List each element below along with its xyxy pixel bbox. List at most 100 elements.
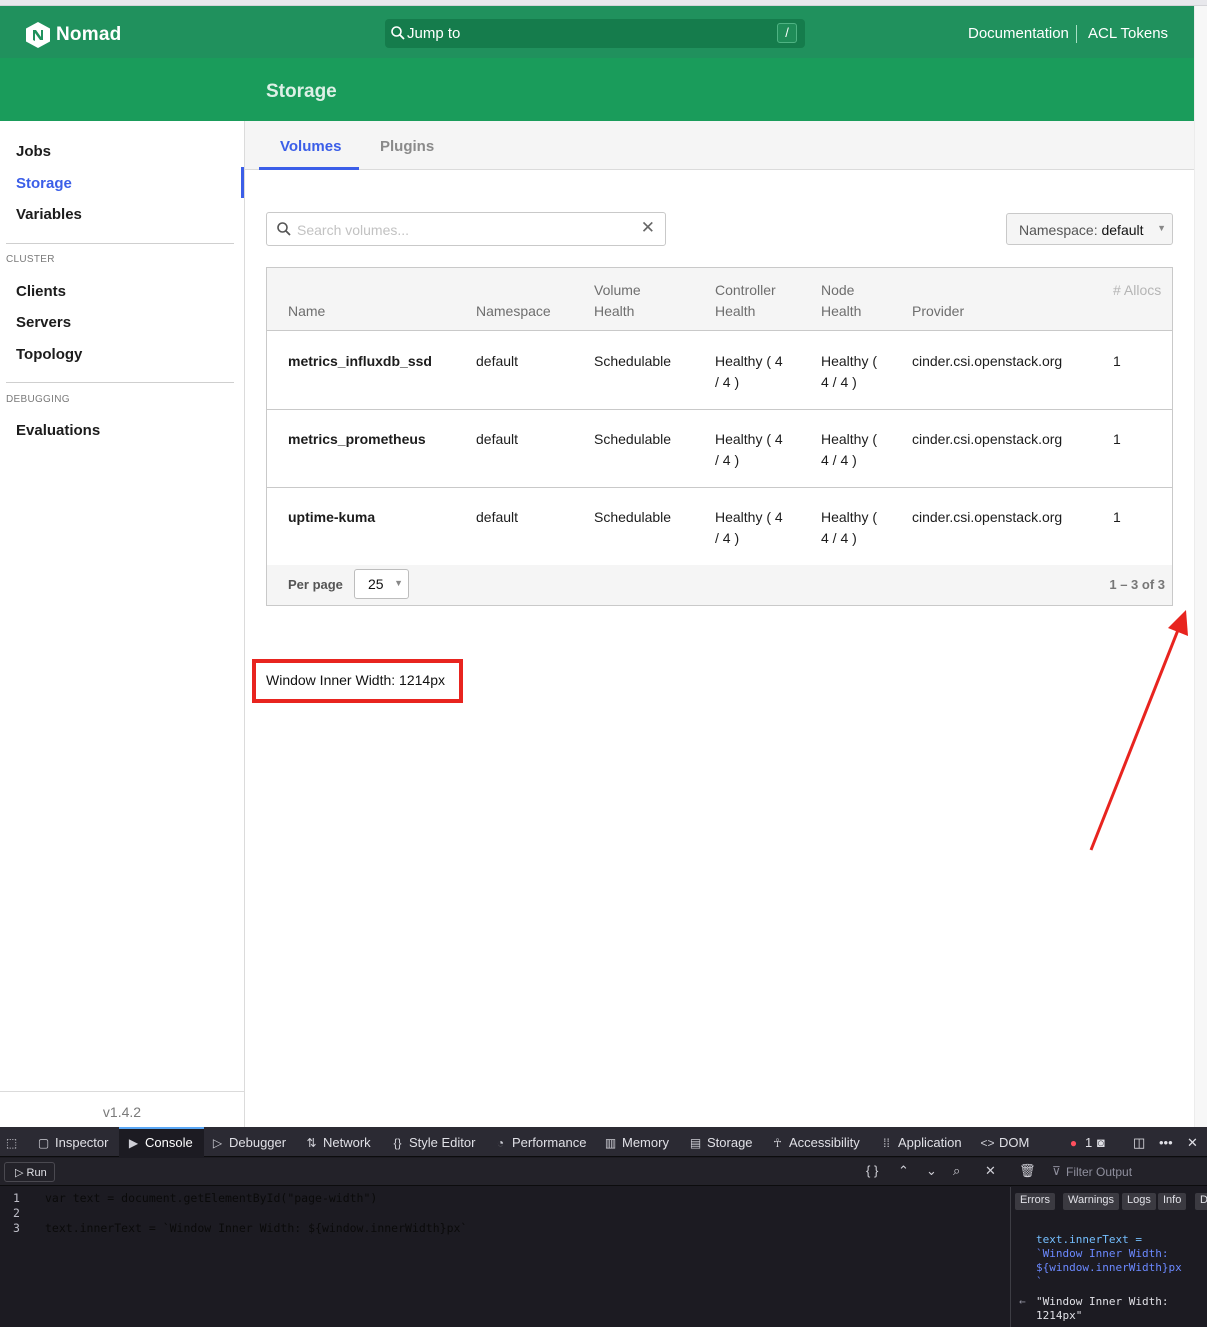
documentation-link[interactable]: Documentation <box>968 25 1069 42</box>
filter-logs-button[interactable]: Logs <box>1122 1193 1156 1210</box>
sidebar-section-cluster: CLUSTER <box>6 254 55 265</box>
column-header-name[interactable]: Name <box>288 301 325 322</box>
table-header: Name Namespace Volume Health Controller … <box>267 268 1172 331</box>
application-icon: ⁞⁞ <box>883 1136 890 1150</box>
pretty-print-icon[interactable]: { } <box>866 1163 878 1178</box>
namespace-value: default <box>1101 222 1144 238</box>
column-header-node-health[interactable]: Node Health <box>821 280 881 322</box>
tab-network[interactable]: ⇅ Network <box>304 1135 370 1150</box>
jump-to-search[interactable]: Jump to / <box>385 19 805 48</box>
sidebar-item-jobs[interactable]: Jobs <box>16 143 51 160</box>
search-shortcut-key: / <box>777 23 797 43</box>
namespace-label: Namespace: <box>1019 222 1098 238</box>
code-line-1: var text = document.getElementById("page… <box>45 1191 378 1205</box>
filter-debug-button[interactable]: D <box>1195 1193 1207 1210</box>
console-echo: text.innerText = `Window Inner Width: ${… <box>1036 1233 1182 1289</box>
console-output: Errors Warnings Logs Info D text.innerTe… <box>1010 1187 1207 1327</box>
error-count-badge[interactable]: ● 1 <box>1066 1135 1092 1150</box>
tab-dom[interactable]: <> DOM <box>980 1135 1029 1150</box>
clear-search-icon[interactable]: ✕ <box>641 218 655 238</box>
performance-icon: ◔ <box>496 1136 505 1150</box>
tab-inspector[interactable]: ▢ Inspector <box>36 1135 109 1150</box>
echo-line: ` <box>1036 1275 1043 1288</box>
volume-namespace: default <box>476 431 519 447</box>
element-picker-icon[interactable]: ⬚ <box>4 1135 23 1150</box>
tab-accessibility[interactable]: ☥ Accessibility <box>770 1135 860 1150</box>
volume-name[interactable]: metrics_influxdb_ssd <box>288 351 432 372</box>
volume-name[interactable]: metrics_prometheus <box>288 429 426 450</box>
tab-style-editor[interactable]: {} Style Editor <box>390 1135 475 1150</box>
acl-tokens-link[interactable]: ACL Tokens <box>1088 25 1168 42</box>
tab-performance[interactable]: ◔ Performance <box>493 1135 587 1150</box>
window-width-readout: Window Inner Width: 1214px <box>252 659 463 703</box>
chevron-down-icon[interactable]: ⌄ <box>926 1163 937 1179</box>
volume-health: Schedulable <box>594 431 672 447</box>
page-header <box>0 58 1194 121</box>
column-header-controller-health[interactable]: Controller Health <box>715 280 795 322</box>
storage-tabs: Volumes Plugins <box>245 121 1194 170</box>
filter-info-button[interactable]: Info <box>1158 1193 1187 1210</box>
inspector-icon: ▢ <box>37 1136 50 1150</box>
screenshot-icon[interactable]: ◙ <box>1097 1135 1105 1150</box>
chevron-up-icon[interactable]: ⌃ <box>898 1163 909 1179</box>
provider: cinder.csi.openstack.org <box>912 353 1063 369</box>
trash-icon[interactable]: 🗑 <box>1019 1163 1036 1179</box>
chevron-down-icon: ▼ <box>394 578 403 588</box>
sidebar-item-storage[interactable]: Storage <box>16 175 72 192</box>
nomad-logo-icon[interactable] <box>26 22 50 48</box>
per-page-select[interactable]: 25 ▼ <box>354 569 409 599</box>
tab-console[interactable]: ▶ Console <box>126 1135 193 1150</box>
sidebar-item-topology[interactable]: Topology <box>16 346 82 363</box>
filter-errors-button[interactable]: Errors <box>1015 1193 1055 1210</box>
column-header-provider[interactable]: Provider <box>912 301 964 322</box>
page-title: Storage <box>266 81 337 102</box>
allocs-count: 1 <box>1113 431 1121 447</box>
sidebar: Jobs Storage Variables CLUSTER Clients S… <box>0 121 245 1127</box>
table-row[interactable]: metrics_influxdb_ssd default Schedulable… <box>267 332 1172 410</box>
result-line: 1214px" <box>1036 1309 1083 1322</box>
dock-icon[interactable]: ◫ <box>1133 1135 1145 1151</box>
controller-health: Healthy ( 4 / 4 ) <box>715 509 783 546</box>
run-button[interactable]: ▷ Run <box>4 1162 55 1182</box>
sidebar-item-variables[interactable]: Variables <box>16 206 82 223</box>
filter-icon: ⊽ <box>1052 1164 1061 1178</box>
reverse-search-icon[interactable]: ⌕ <box>953 1163 960 1179</box>
debugger-icon: ▷ <box>212 1136 223 1150</box>
volume-search-field[interactable]: ✕ <box>266 212 666 246</box>
volume-namespace: default <box>476 353 519 369</box>
tab-application[interactable]: ⁞⁞ Application <box>879 1135 961 1150</box>
tab-volumes[interactable]: Volumes <box>280 138 341 155</box>
chevron-down-icon: ▼ <box>1157 223 1166 233</box>
tab-debugger[interactable]: ▷ Debugger <box>210 1135 286 1150</box>
sidebar-item-evaluations[interactable]: Evaluations <box>16 422 100 439</box>
volume-name[interactable]: uptime-kuma <box>288 507 375 528</box>
provider: cinder.csi.openstack.org <box>912 509 1063 525</box>
volume-search-input[interactable] <box>297 220 627 240</box>
console-editor[interactable]: 1 2 3 var text = document.getElementById… <box>0 1187 1010 1327</box>
column-header-namespace[interactable]: Namespace <box>476 301 551 322</box>
sidebar-item-servers[interactable]: Servers <box>16 314 71 331</box>
more-options-icon[interactable]: ••• <box>1159 1135 1173 1150</box>
app-name[interactable]: Nomad <box>56 24 121 46</box>
result-line: "Window Inner Width: <box>1036 1295 1169 1308</box>
column-header-volume-health[interactable]: Volume Health <box>594 280 664 322</box>
filter-output-input[interactable]: ⊽ Filter Output <box>1046 1162 1191 1182</box>
sidebar-item-clients[interactable]: Clients <box>16 283 66 300</box>
console-result: "Window Inner Width: 1214px" <box>1036 1295 1168 1323</box>
code-line-3: text.innerText = `Window Inner Width: ${… <box>45 1221 468 1235</box>
active-tab-indicator <box>259 167 359 170</box>
tab-storage[interactable]: ▤ Storage <box>688 1135 753 1150</box>
page-scrollbar[interactable] <box>1194 6 1207 1127</box>
close-icon[interactable]: ✕ <box>1187 1135 1198 1151</box>
console-toolbar: ▷ Run { } ⌃ ⌄ ⌕ ✕ 🗑 ⊽ Filter Output <box>0 1158 1207 1186</box>
tab-memory[interactable]: ▥ Memory <box>603 1135 669 1150</box>
tab-plugins[interactable]: Plugins <box>380 138 434 155</box>
filter-warnings-button[interactable]: Warnings <box>1063 1193 1120 1210</box>
namespace-select[interactable]: Namespace: default ▼ <box>1006 213 1173 245</box>
close-editor-icon[interactable]: ✕ <box>985 1163 996 1179</box>
table-row[interactable]: uptime-kuma default Schedulable Healthy … <box>267 488 1172 566</box>
devtools-panel: ⬚ ▢ Inspector ▶ Console ▷ Debugger ⇅ Network… <box>0 1127 1207 1327</box>
table-row[interactable]: metrics_prometheus default Schedulable H… <box>267 410 1172 488</box>
volume-health: Schedulable <box>594 509 672 525</box>
search-icon <box>391 26 405 40</box>
